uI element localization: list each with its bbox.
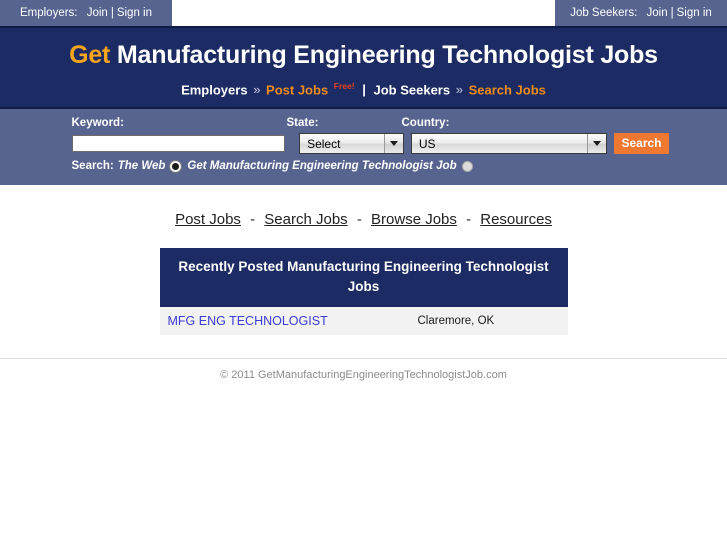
jobseekers-join-link[interactable]: Join bbox=[647, 7, 668, 19]
topbar-separator-left: | bbox=[110, 7, 114, 19]
site-banner: Get Manufacturing Engineering Technologi… bbox=[0, 26, 727, 109]
nav-link-search-jobs[interactable]: Search Jobs bbox=[264, 211, 347, 228]
search-field-row: Select US Search bbox=[59, 133, 669, 154]
scope-site-label: Get Manufacturing Engineering Technologi… bbox=[187, 160, 457, 172]
employers-join-link[interactable]: Join bbox=[87, 7, 108, 19]
employers-signin-link[interactable]: Sign in bbox=[117, 7, 152, 19]
scope-site-radio[interactable] bbox=[461, 160, 473, 172]
job-location-cell: Claremore, OK bbox=[417, 315, 495, 327]
employers-label: Employers: bbox=[19, 7, 78, 19]
scope-web-label: The Web bbox=[117, 160, 166, 172]
recent-jobs-heading: Recently Posted Manufacturing Engineerin… bbox=[159, 248, 568, 307]
nav-link-browse-jobs[interactable]: Browse Jobs bbox=[371, 211, 457, 228]
banner-post-jobs-link[interactable]: Post Jobs bbox=[266, 82, 328, 97]
page-title: Get Manufacturing Engineering Technologi… bbox=[0, 40, 727, 70]
recent-jobs-panel: Recently Posted Manufacturing Engineerin… bbox=[159, 248, 568, 335]
table-row[interactable]: MFG ENG TECHNOLOGIST Claremore, OK bbox=[159, 307, 568, 335]
jobseekers-signin-link[interactable]: Sign in bbox=[677, 7, 712, 19]
country-label: Country: bbox=[401, 117, 450, 129]
nav-separator-1: - bbox=[250, 211, 256, 228]
banner-pipe-separator: | bbox=[362, 82, 366, 98]
nav-link-post-jobs[interactable]: Post Jobs bbox=[175, 211, 241, 228]
country-select[interactable]: US bbox=[410, 133, 608, 154]
job-title-cell: MFG ENG TECHNOLOGIST bbox=[160, 314, 418, 328]
jobseekers-account-box: Job Seekers: Join | Sign in bbox=[555, 0, 727, 26]
chevron-right-icon-2: » bbox=[455, 82, 463, 98]
nav-separator-2: - bbox=[356, 211, 362, 228]
topbar-separator-right: | bbox=[670, 7, 674, 19]
search-button[interactable]: Search bbox=[614, 133, 669, 154]
employers-account-box: Employers: Join | Sign in bbox=[0, 0, 172, 26]
page-title-rest: Manufacturing Engineering Technologist J… bbox=[116, 41, 658, 69]
keyword-input[interactable] bbox=[71, 135, 286, 152]
state-select-value: Select bbox=[307, 136, 341, 151]
search-panel: Keyword: State: Country: Select US Searc… bbox=[0, 109, 727, 185]
top-utility-bar: Employers: Join | Sign in Job Seekers: J… bbox=[0, 0, 727, 26]
country-select-value: US bbox=[418, 136, 436, 151]
main-nav: Post Jobs - Search Jobs - Browse Jobs - … bbox=[0, 185, 727, 228]
state-select[interactable]: Select bbox=[299, 133, 404, 154]
banner-employers-label: Employers bbox=[181, 82, 248, 98]
search-field-labels: Keyword: State: Country: bbox=[59, 116, 669, 130]
nav-separator-3: - bbox=[466, 211, 472, 228]
search-scope-row: Search: The Web Get Manufacturing Engine… bbox=[59, 160, 669, 172]
jobseekers-label: Job Seekers: bbox=[570, 7, 638, 19]
banner-search-jobs-link[interactable]: Search Jobs bbox=[469, 82, 546, 97]
search-scope-label: Search: bbox=[71, 160, 114, 172]
scope-web-radio[interactable] bbox=[170, 160, 182, 172]
keyword-label: Keyword: bbox=[71, 117, 124, 129]
chevron-right-icon-1: » bbox=[253, 82, 261, 98]
banner-subnav: Employers » Post Jobs Free! | Job Seeker… bbox=[0, 78, 727, 98]
job-title-link[interactable]: MFG ENG TECHNOLOGIST bbox=[168, 314, 328, 328]
free-badge: Free! bbox=[333, 81, 355, 91]
country-dropdown-arrow-icon[interactable] bbox=[587, 134, 607, 153]
state-dropdown-arrow-icon[interactable] bbox=[383, 134, 403, 153]
nav-link-resources[interactable]: Resources bbox=[480, 211, 552, 228]
banner-jobseekers-label: Job Seekers bbox=[373, 82, 451, 98]
footer-copyright: © 2011 GetManufacturingEngineeringTechno… bbox=[220, 369, 507, 381]
state-label: State: bbox=[286, 117, 319, 129]
page-title-accent: Get bbox=[69, 41, 111, 69]
